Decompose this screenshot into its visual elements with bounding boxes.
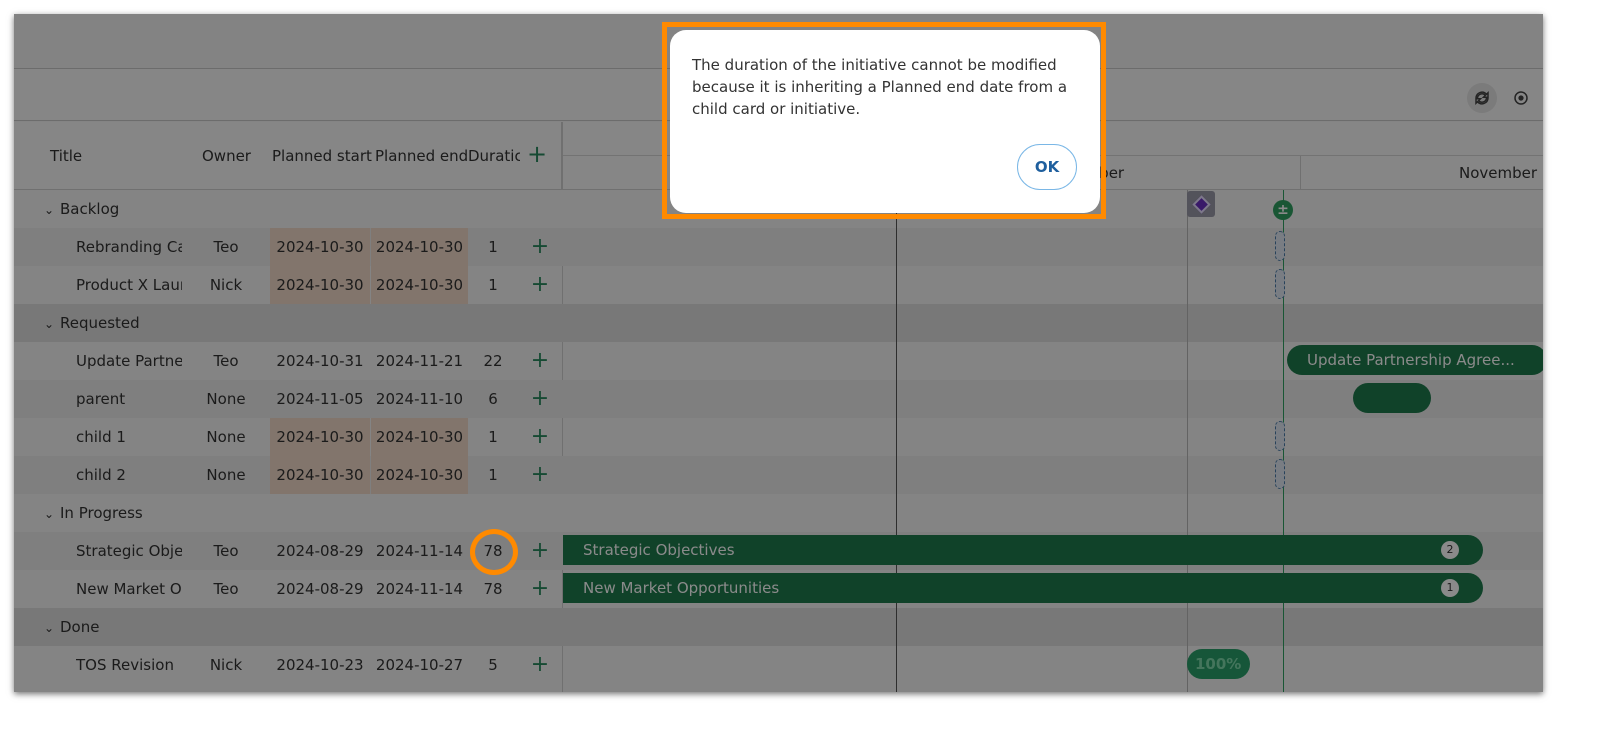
alert-dialog: The duration of the initiative cannot be… (670, 30, 1100, 213)
dialog-message: The duration of the initiative cannot be… (692, 56, 1068, 118)
duration-highlight (470, 529, 518, 575)
ok-button[interactable]: OK (1017, 144, 1077, 190)
